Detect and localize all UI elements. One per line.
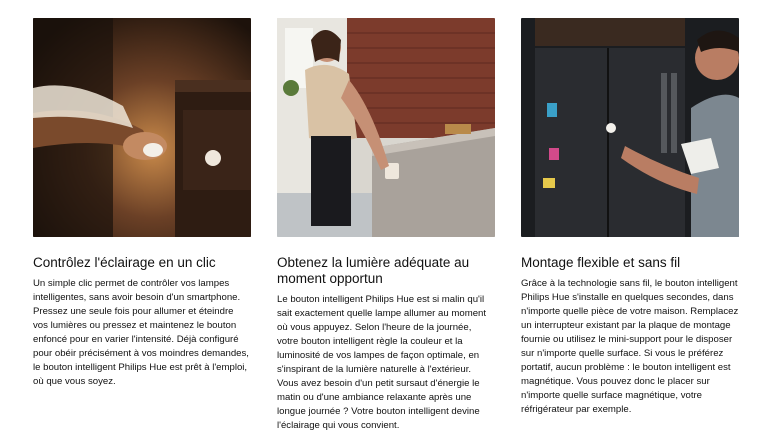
- photo-man-fridge: [521, 18, 739, 237]
- feature-description: Le bouton intelligent Philips Hue est si…: [277, 294, 487, 431]
- photo-hand-nightstand: [33, 18, 251, 237]
- feature-title: Contrôlez l'éclairage en un clic: [33, 255, 216, 270]
- feature-title: Montage flexible et sans fil: [521, 255, 681, 270]
- feature-title: Obtenez la lumière adéquate au moment op…: [277, 255, 470, 286]
- photo-woman-kitchen: [277, 18, 495, 237]
- feature-description: Un simple clic permet de contrôler vos l…: [33, 278, 249, 387]
- feature-card-one-click: Contrôlez l'éclairage en un clic Un simp…: [33, 18, 251, 389]
- feature-card-right-light: Obtenez la lumière adéquate au moment op…: [277, 18, 495, 433]
- feature-description: Grâce à la technologie sans fil, le bout…: [521, 278, 739, 415]
- feature-card-wireless-mount: Montage flexible et sans fil Grâce à la …: [521, 18, 739, 417]
